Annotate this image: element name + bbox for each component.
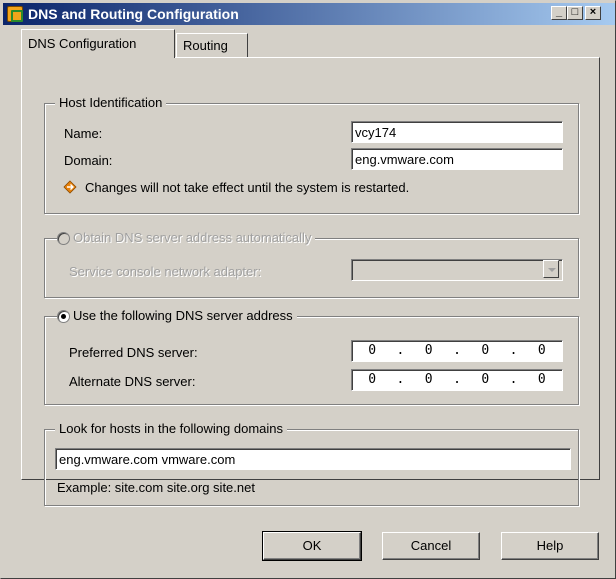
search-domains-legend: Look for hosts in the following domains bbox=[55, 421, 288, 436]
ip-octet: 0 bbox=[368, 343, 377, 358]
chevron-down-icon[interactable] bbox=[543, 260, 559, 278]
use-dns-legend: Use the following DNS server address bbox=[69, 308, 297, 323]
title-bar[interactable]: DNS and Routing Configuration _ □ × bbox=[3, 3, 615, 25]
ip-dot: . bbox=[509, 343, 518, 358]
alternate-dns-label: Alternate DNS server: bbox=[69, 374, 196, 389]
alternate-dns-field[interactable]: 0 . 0 . 0 . 0 bbox=[351, 369, 563, 391]
obtain-dns-radio[interactable] bbox=[57, 232, 70, 245]
search-domains-group: Look for hosts in the following domains … bbox=[44, 421, 579, 506]
close-button[interactable]: × bbox=[585, 6, 601, 20]
ip-dot: . bbox=[453, 343, 461, 358]
host-identification-legend: Host Identification bbox=[55, 95, 167, 110]
warning-text: Changes will not take effect until the s… bbox=[85, 180, 410, 195]
obtain-dns-group: Obtain DNS server address automatically … bbox=[44, 230, 579, 298]
window-title: DNS and Routing Configuration bbox=[28, 6, 239, 22]
tab-dns-configuration[interactable]: DNS Configuration bbox=[21, 29, 175, 58]
maximize-button[interactable]: □ bbox=[567, 6, 583, 20]
use-dns-group: Use the following DNS server address Pre… bbox=[44, 308, 579, 405]
warning-arrow-icon bbox=[63, 180, 77, 194]
ip-octet: 0 bbox=[481, 343, 490, 358]
ip-octet: 0 bbox=[481, 372, 490, 387]
ip-octet: 0 bbox=[537, 343, 546, 358]
ip-octet: 0 bbox=[368, 372, 377, 387]
name-label: Name: bbox=[64, 126, 103, 141]
search-domains-example: Example: site.com site.org site.net bbox=[57, 480, 255, 495]
preferred-dns-label: Preferred DNS server: bbox=[69, 345, 198, 360]
cancel-button[interactable]: Cancel bbox=[382, 532, 480, 560]
ip-octet: 0 bbox=[537, 372, 546, 387]
host-identification-group: Host Identification Name: vcy174 Domain:… bbox=[44, 95, 579, 214]
name-field[interactable]: vcy174 bbox=[351, 121, 563, 143]
ip-dot: . bbox=[509, 372, 518, 387]
ip-dot: . bbox=[453, 372, 461, 387]
obtain-dns-legend: Obtain DNS server address automatically bbox=[69, 230, 316, 245]
ip-octet: 0 bbox=[424, 372, 433, 387]
ip-octet: 0 bbox=[424, 343, 433, 358]
tab-routing[interactable]: Routing bbox=[176, 33, 248, 57]
help-button[interactable]: Help bbox=[501, 532, 599, 560]
adapter-label: Service console network adapter: bbox=[69, 264, 262, 279]
ok-button[interactable]: OK bbox=[262, 531, 362, 561]
adapter-dropdown[interactable] bbox=[351, 259, 563, 281]
ip-dot: . bbox=[396, 372, 405, 387]
search-domains-field[interactable]: eng.vmware.com vmware.com bbox=[55, 448, 571, 470]
ip-dot: . bbox=[396, 343, 405, 358]
minimize-button[interactable]: _ bbox=[551, 6, 567, 20]
preferred-dns-field[interactable]: 0 . 0 . 0 . 0 bbox=[351, 340, 563, 362]
domain-field[interactable]: eng.vmware.com bbox=[351, 148, 563, 170]
use-dns-radio[interactable] bbox=[57, 310, 70, 323]
domain-label: Domain: bbox=[64, 153, 113, 168]
dns-configuration-panel: Host Identification Name: vcy174 Domain:… bbox=[21, 57, 600, 506]
dns-routing-dialog: DNS and Routing Configuration _ □ × DNS … bbox=[0, 0, 616, 579]
app-icon bbox=[7, 6, 23, 22]
